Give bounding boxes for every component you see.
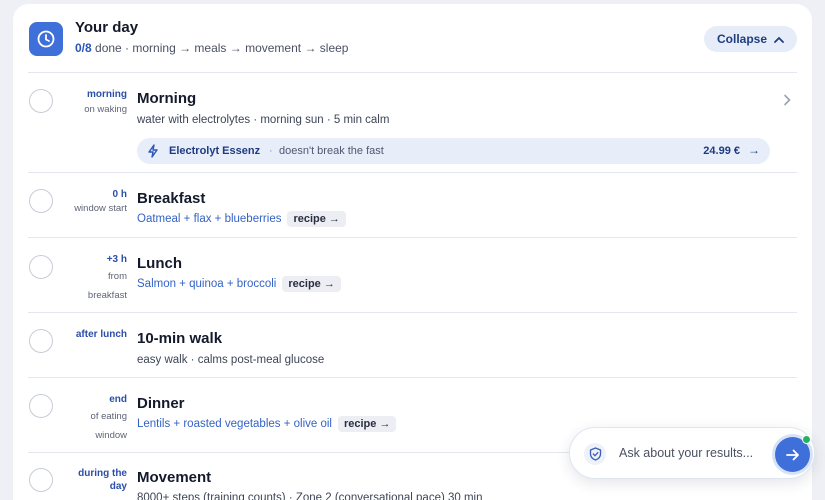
step-time: after lunch: [75, 329, 127, 340]
step-detail-text: 8000+ steps (training counts) · Zone 2 (…: [137, 492, 483, 500]
step-time-detail: window start: [74, 203, 127, 214]
step-time: day: [109, 481, 127, 492]
step-detail: 8000+ steps (training counts) · Zone 2 (…: [137, 492, 483, 500]
step-title: Movement: [137, 469, 212, 486]
product-separator: ·: [269, 145, 273, 157]
product-price: 24.99 €: [703, 145, 740, 157]
step-time-detail: of eating: [90, 411, 127, 422]
step-title: Lunch: [137, 255, 182, 272]
progress-summary: 0/8 done · morning → meals → movement → …: [75, 41, 348, 55]
step-time: end: [109, 394, 127, 405]
chevron-right-icon[interactable]: [783, 93, 791, 111]
step-time: +3 h: [106, 254, 127, 265]
step-title: Dinner: [137, 395, 185, 412]
done-count: 0/8: [75, 41, 92, 55]
step-title: Breakfast: [137, 190, 206, 207]
meal-foods: Lentils + roasted vegetables + olive oil: [137, 418, 332, 430]
product-note: doesn't break the fast: [279, 145, 384, 157]
chevron-up-icon: [774, 36, 784, 43]
list-item-lunch[interactable]: +3 h from breakfast Lunch Salmon + quino…: [13, 238, 812, 312]
step-detail-text: easy walk · calms post-meal glucose: [137, 354, 325, 366]
meal-foods: Oatmeal + flax + blueberries: [137, 213, 282, 225]
your-day-card: Your day 0/8 done · morning → meals → mo…: [13, 4, 812, 500]
progress-steps: done · morning → meals → movement → slee…: [95, 41, 349, 55]
step-detail: easy walk · calms post-meal glucose: [137, 354, 324, 366]
list-item-breakfast[interactable]: 0 h window start Breakfast Oatmeal + fla…: [13, 173, 812, 237]
product-name: Electrolyt Essenz: [169, 145, 261, 157]
step-time-detail: breakfast: [87, 290, 127, 301]
arrow-right-icon: [785, 449, 799, 460]
recipe-link[interactable]: recipe →: [287, 211, 346, 227]
step-time-detail: from: [108, 271, 127, 282]
collapse-button[interactable]: Collapse: [704, 26, 797, 52]
step-detail: Salmon + quinoa + broccoli recipe →: [137, 276, 341, 292]
product-chip-electrolyt[interactable]: Electrolyt Essenz · doesn't break the fa…: [137, 138, 770, 164]
recipe-link[interactable]: recipe →: [337, 416, 397, 432]
step-title: Morning: [137, 90, 197, 107]
step-detail: Oatmeal + flax + blueberries recipe →: [137, 211, 346, 227]
clock-icon: [29, 22, 63, 56]
meal-foods: Salmon + quinoa + broccoli: [137, 278, 277, 290]
page-title: Your day: [75, 19, 139, 36]
step-detail-text: water with electrolytes · morning sun · …: [137, 114, 390, 126]
collapse-label: Collapse: [716, 32, 767, 46]
list-item-walk[interactable]: after lunch 10-min walk easy walk · calm…: [13, 313, 812, 377]
bolt-icon: [147, 144, 159, 163]
arrow-right-icon: →: [748, 143, 760, 157]
list-item-morning[interactable]: morning on waking Morning water with ele…: [13, 73, 812, 172]
shield-check-icon: [584, 443, 606, 465]
ask-input[interactable]: Ask about your results...: [619, 446, 753, 460]
online-status-dot: [802, 435, 811, 444]
ask-results-bar[interactable]: Ask about your results...: [569, 427, 815, 479]
step-detail: Lentils + roasted vegetables + olive oil…: [137, 416, 397, 432]
recipe-link[interactable]: recipe →: [282, 276, 341, 292]
step-time: during the: [78, 468, 127, 479]
card-header: Your day 0/8 done · morning → meals → mo…: [13, 4, 812, 74]
step-time-detail: on waking: [84, 104, 127, 115]
step-detail: water with electrolytes · morning sun · …: [137, 114, 389, 126]
step-title: 10-min walk: [137, 330, 223, 347]
step-time-detail: window: [95, 430, 127, 441]
